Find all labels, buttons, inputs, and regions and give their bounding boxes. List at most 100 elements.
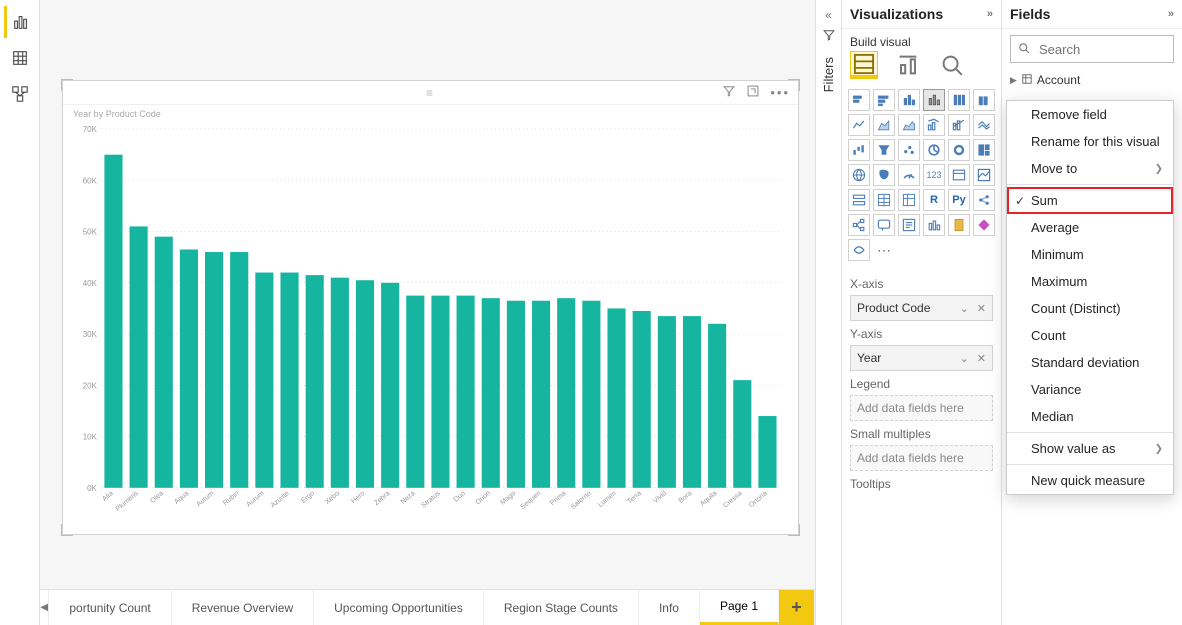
viz-type-option[interactable]: [873, 89, 895, 111]
viz-type-option[interactable]: [973, 89, 995, 111]
viz-type-option[interactable]: [948, 139, 970, 161]
collapse-fields-button[interactable]: »: [1168, 8, 1174, 20]
viz-type-option[interactable]: [848, 139, 870, 161]
page-tab[interactable]: Upcoming Opportunities: [314, 590, 484, 625]
viz-type-option[interactable]: [873, 139, 895, 161]
viz-type-option[interactable]: [898, 89, 920, 111]
table-node-account[interactable]: ▶ Account: [1010, 71, 1174, 89]
viz-type-option[interactable]: R: [923, 189, 945, 211]
chart-bar[interactable]: [633, 311, 651, 488]
drag-handle-icon[interactable]: ≡: [426, 86, 435, 100]
chart-bar[interactable]: [356, 280, 374, 488]
menu-sum[interactable]: ✓Sum: [1007, 187, 1173, 214]
page-tab[interactable]: Info: [639, 590, 700, 625]
chart-bar[interactable]: [406, 296, 424, 488]
menu-maximum[interactable]: Maximum: [1007, 268, 1173, 295]
chart-bar[interactable]: [658, 316, 676, 488]
more-options-icon[interactable]: •••: [770, 85, 790, 100]
chart-bar[interactable]: [155, 237, 173, 488]
data-view-button[interactable]: [4, 42, 36, 74]
chart-bar[interactable]: [104, 155, 122, 488]
menu-show-value-as[interactable]: Show value as❯: [1007, 435, 1173, 462]
viz-type-option[interactable]: [848, 164, 870, 186]
chart-bar[interactable]: [130, 226, 148, 487]
chart-bar[interactable]: [532, 301, 550, 488]
viz-type-option[interactable]: [898, 214, 920, 236]
chart-bar[interactable]: [733, 380, 751, 488]
x-axis-well[interactable]: Product Code ⌄✕: [850, 295, 993, 321]
chart-bar[interactable]: [557, 298, 575, 488]
resize-handle-br[interactable]: [788, 524, 800, 536]
legend-well[interactable]: Add data fields here: [850, 395, 993, 421]
x-axis-dropdown[interactable]: ⌄: [960, 302, 969, 315]
viz-type-option[interactable]: [873, 189, 895, 211]
viz-type-option[interactable]: [898, 189, 920, 211]
model-view-button[interactable]: [4, 78, 36, 110]
chart-bar[interactable]: [683, 316, 701, 488]
chart-bar[interactable]: [758, 416, 776, 488]
viz-type-option[interactable]: [898, 164, 920, 186]
page-tab[interactable]: Revenue Overview: [172, 590, 314, 625]
viz-type-option[interactable]: [873, 164, 895, 186]
chart-bar[interactable]: [507, 301, 525, 488]
field-search[interactable]: [1010, 35, 1174, 63]
menu-count[interactable]: Count: [1007, 322, 1173, 349]
x-axis-remove[interactable]: ✕: [977, 302, 986, 315]
chart-bar[interactable]: [457, 296, 475, 488]
y-axis-dropdown[interactable]: ⌄: [960, 352, 969, 365]
menu-count-distinct[interactable]: Count (Distinct): [1007, 295, 1173, 322]
y-axis-remove[interactable]: ✕: [977, 352, 986, 365]
viz-type-option[interactable]: [873, 214, 895, 236]
chart-bar[interactable]: [482, 298, 500, 488]
y-axis-well[interactable]: Year ⌄✕: [850, 345, 993, 371]
viz-type-option[interactable]: [973, 214, 995, 236]
viz-type-option[interactable]: 123: [923, 164, 945, 186]
menu-remove-field[interactable]: Remove field: [1007, 101, 1173, 128]
page-tab[interactable]: portunity Count: [49, 590, 171, 625]
viz-type-option[interactable]: [848, 239, 870, 261]
field-search-input[interactable]: [1037, 41, 1182, 58]
viz-type-option[interactable]: [973, 139, 995, 161]
menu-average[interactable]: Average: [1007, 214, 1173, 241]
chart-visual[interactable]: ≡ ••• Year by Product Code 0K10K20K30K40…: [62, 80, 799, 535]
chart-bar[interactable]: [431, 296, 449, 488]
add-page-button[interactable]: +: [779, 590, 815, 625]
expand-filters-button[interactable]: «: [825, 8, 832, 22]
chart-bar[interactable]: [582, 301, 600, 488]
viz-type-option[interactable]: [948, 164, 970, 186]
viz-type-option[interactable]: [898, 139, 920, 161]
chart-bar[interactable]: [381, 283, 399, 488]
chart-bar[interactable]: [280, 273, 298, 488]
page-tab[interactable]: Page 1: [700, 590, 779, 625]
viz-type-option[interactable]: [873, 114, 895, 136]
viz-type-option[interactable]: ⋯: [873, 239, 895, 261]
menu-variance[interactable]: Variance: [1007, 376, 1173, 403]
menu-new-quick-measure[interactable]: New quick measure: [1007, 467, 1173, 494]
viz-type-option[interactable]: [923, 139, 945, 161]
filters-label[interactable]: Filters: [821, 57, 836, 92]
chart-bar[interactable]: [708, 324, 726, 488]
menu-median[interactable]: Median: [1007, 403, 1173, 430]
viz-type-option[interactable]: [848, 189, 870, 211]
filter-icon[interactable]: [722, 84, 736, 101]
viz-type-option[interactable]: [923, 114, 945, 136]
viz-type-option[interactable]: Py: [948, 189, 970, 211]
focus-mode-icon[interactable]: [746, 84, 760, 101]
resize-handle-bl[interactable]: [61, 524, 73, 536]
chart-bar[interactable]: [180, 249, 198, 487]
viz-type-option[interactable]: [973, 164, 995, 186]
tabs-scroll-left[interactable]: ◀: [40, 590, 49, 625]
small-multiples-well[interactable]: Add data fields here: [850, 445, 993, 471]
menu-std-dev[interactable]: Standard deviation: [1007, 349, 1173, 376]
chart-bar[interactable]: [230, 252, 248, 488]
menu-minimum[interactable]: Minimum: [1007, 241, 1173, 268]
viz-type-option[interactable]: [948, 114, 970, 136]
chart-bar[interactable]: [205, 252, 223, 488]
viz-type-option[interactable]: [848, 214, 870, 236]
viz-type-option[interactable]: [948, 89, 970, 111]
chart-bar[interactable]: [255, 273, 273, 488]
viz-type-option[interactable]: [923, 214, 945, 236]
viz-type-option[interactable]: [848, 114, 870, 136]
viz-type-option[interactable]: [973, 189, 995, 211]
report-view-button[interactable]: [4, 6, 36, 38]
